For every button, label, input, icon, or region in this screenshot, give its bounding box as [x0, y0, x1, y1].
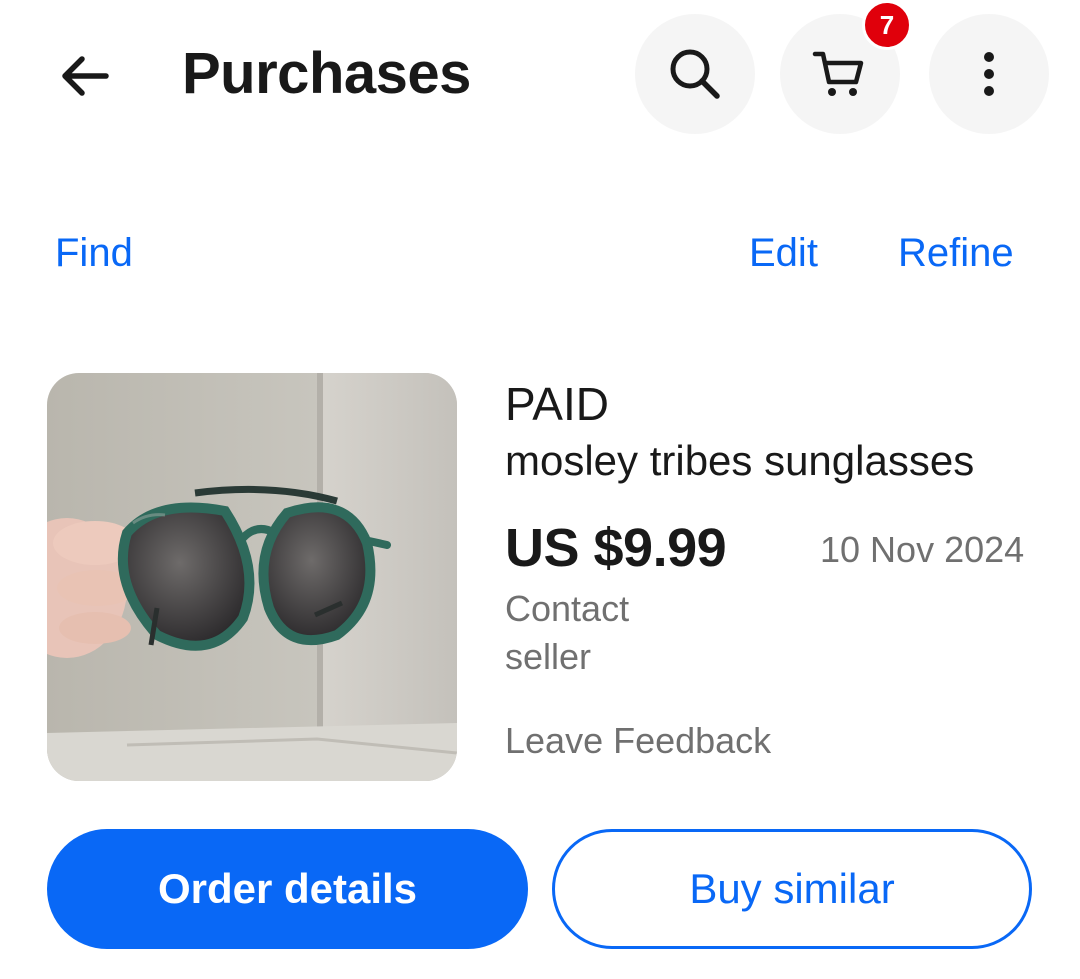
refine-link[interactable]: Refine [898, 226, 1014, 280]
cart-count-badge: 7 [862, 0, 912, 50]
arrow-left-icon [62, 56, 109, 96]
item-thumbnail[interactable] [47, 373, 457, 781]
more-options-button[interactable] [929, 14, 1049, 134]
more-vertical-icon [984, 52, 994, 96]
item-title[interactable]: mosley tribes sunglasses [505, 435, 974, 487]
edit-link[interactable]: Edit [749, 226, 818, 280]
order-details-button[interactable]: Order details [47, 829, 528, 949]
search-icon [670, 49, 720, 99]
app-header: Purchases 7 [0, 0, 1080, 150]
item-price: US $9.99 [505, 518, 727, 578]
contact-seller-link[interactable]: Contact seller [505, 585, 705, 681]
leave-feedback-link[interactable]: Leave Feedback [505, 717, 771, 765]
find-link[interactable]: Find [55, 226, 133, 280]
order-date: 10 Nov 2024 [820, 529, 1025, 570]
page-title: Purchases [182, 41, 471, 106]
search-button[interactable] [635, 14, 755, 134]
cart-icon [812, 51, 864, 96]
buy-similar-button[interactable]: Buy similar [552, 829, 1032, 949]
back-button[interactable] [44, 36, 124, 116]
order-status: PAID [505, 378, 609, 430]
